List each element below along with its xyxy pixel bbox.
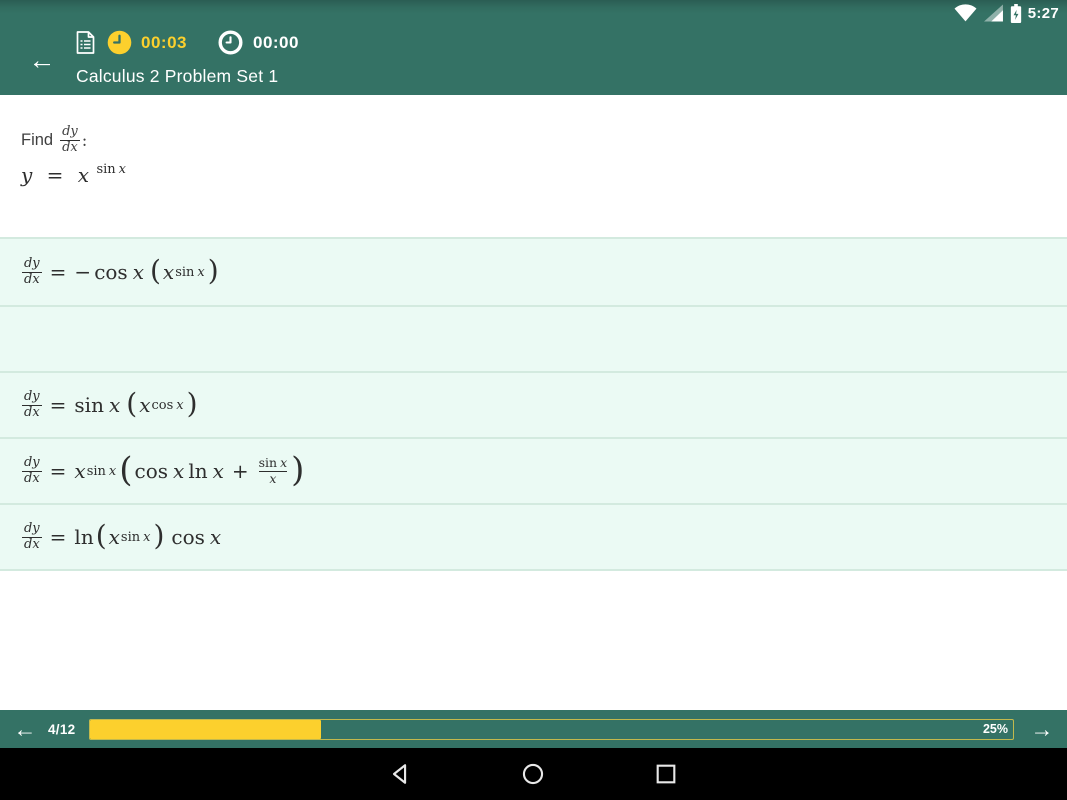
question-counter: 4/12 <box>48 721 76 737</box>
dy-dx-fraction: dy dx <box>22 454 42 486</box>
left-arrow-icon: ← <box>13 715 37 742</box>
back-arrow-icon: ← <box>28 44 56 75</box>
nav-recents-button[interactable] <box>653 761 679 787</box>
question-content: Find dy dx : y = x sin x dy dx = − cos x… <box>0 95 1067 710</box>
dy-dx-fraction: dy dx <box>22 388 42 420</box>
answer-option-1[interactable]: dy dx = − cos x ( x sin x ) <box>0 239 1067 305</box>
sinx-over-x-fraction: sin x x <box>258 455 288 486</box>
right-arrow-icon: → <box>1030 715 1054 742</box>
answer-option-4[interactable]: dy dx = x sin x ( cos x ln x + sin x x ) <box>0 437 1067 503</box>
document-icon <box>76 31 95 54</box>
colon: : <box>81 130 88 150</box>
question-timer-icon <box>217 29 244 56</box>
nav-home-icon <box>522 763 544 785</box>
battery-charging-icon <box>1010 3 1022 23</box>
status-clock: 5:27 <box>1027 4 1059 22</box>
answer-equation-3: dy dx = sin x ( x cos x ) <box>22 387 198 420</box>
quiz-timer-icon <box>106 29 133 56</box>
answer-list: dy dx = − cos x ( x sin x ) dy dx = sin … <box>0 237 1067 571</box>
answer-equation-5: dy dx = ln ( x sin x ) cos x <box>22 519 222 552</box>
nav-recents-icon <box>656 764 676 784</box>
status-bar: 5:27 <box>954 0 1067 26</box>
dy-dx-fraction: dy dx <box>60 124 80 155</box>
nav-back-icon <box>392 764 407 784</box>
header: 5:27 ← 00:03 00:00 Calculus 2 Problem Se… <box>0 0 1067 95</box>
answer-equation-1: dy dx = − cos x ( x sin x ) <box>22 254 219 287</box>
previous-question-button[interactable]: ← <box>11 715 39 742</box>
question-expression: y = x sin x <box>21 161 126 187</box>
app-screen: 5:27 ← 00:03 00:00 Calculus 2 Problem Se… <box>0 0 1067 800</box>
question-block: Find dy dx : y = x sin x <box>0 95 1067 237</box>
answer-option-5[interactable]: dy dx = ln ( x sin x ) cos x <box>0 503 1067 569</box>
android-nav-bar <box>0 748 1067 800</box>
nav-home-button[interactable] <box>520 761 546 787</box>
answer-option-3[interactable]: dy dx = sin x ( x cos x ) <box>0 371 1067 437</box>
signal-icon <box>983 4 1004 22</box>
nav-back-button[interactable] <box>387 761 413 787</box>
next-question-button[interactable]: → <box>1028 715 1056 742</box>
page-title: Calculus 2 Problem Set 1 <box>76 66 279 86</box>
dy-dx-fraction: dy dx <box>22 520 42 552</box>
answer-equation-4: dy dx = x sin x ( cos x ln x + sin x x ) <box>22 450 305 490</box>
progress-fill <box>90 719 322 739</box>
wifi-icon <box>954 4 977 22</box>
answer-option-2[interactable] <box>0 305 1067 371</box>
question-timer-value: 00:00 <box>252 32 299 52</box>
question-label: Find <box>21 130 54 149</box>
back-button[interactable]: ← <box>26 44 58 76</box>
appbar-timers: 00:03 00:00 <box>76 29 299 56</box>
progress-bar: 25% <box>89 718 1014 740</box>
dy-dx-fraction: dy dx <box>22 255 42 287</box>
question-prompt: Find dy dx : <box>21 124 1067 156</box>
progress-footer: ← 4/12 25% → <box>0 710 1067 748</box>
progress-percentage: 25% <box>982 722 1008 736</box>
quiz-timer-value: 00:03 <box>141 32 187 52</box>
